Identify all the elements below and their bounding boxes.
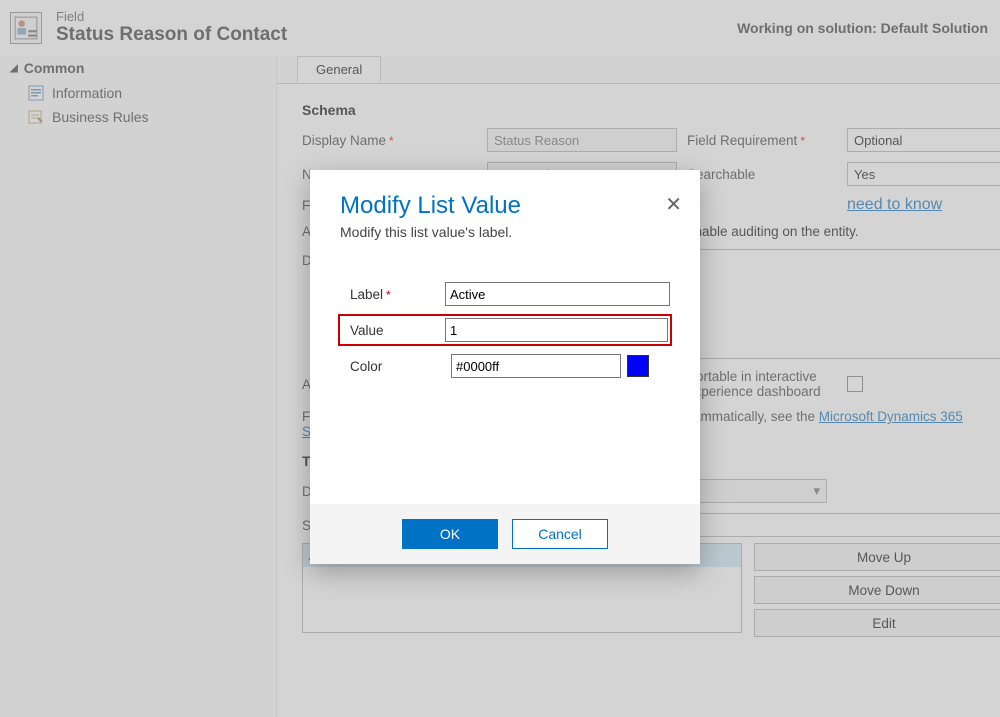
modal-color-input[interactable] — [451, 354, 621, 378]
modal-color-label: Color — [350, 359, 445, 374]
modal-value-input[interactable] — [445, 318, 668, 342]
modal-value-label: Value — [350, 323, 445, 338]
modify-list-value-dialog: Modify List Value Modify this list value… — [310, 170, 700, 564]
dialog-subtitle: Modify this list value's label. — [340, 224, 670, 240]
cancel-button[interactable]: Cancel — [512, 519, 608, 549]
ok-button[interactable]: OK — [402, 519, 498, 549]
dialog-title: Modify List Value — [340, 192, 670, 220]
modal-label-label: Label — [350, 287, 445, 302]
modal-label-input[interactable] — [445, 282, 670, 306]
close-icon[interactable]: ✕ — [665, 192, 682, 217]
color-swatch[interactable] — [627, 355, 649, 377]
